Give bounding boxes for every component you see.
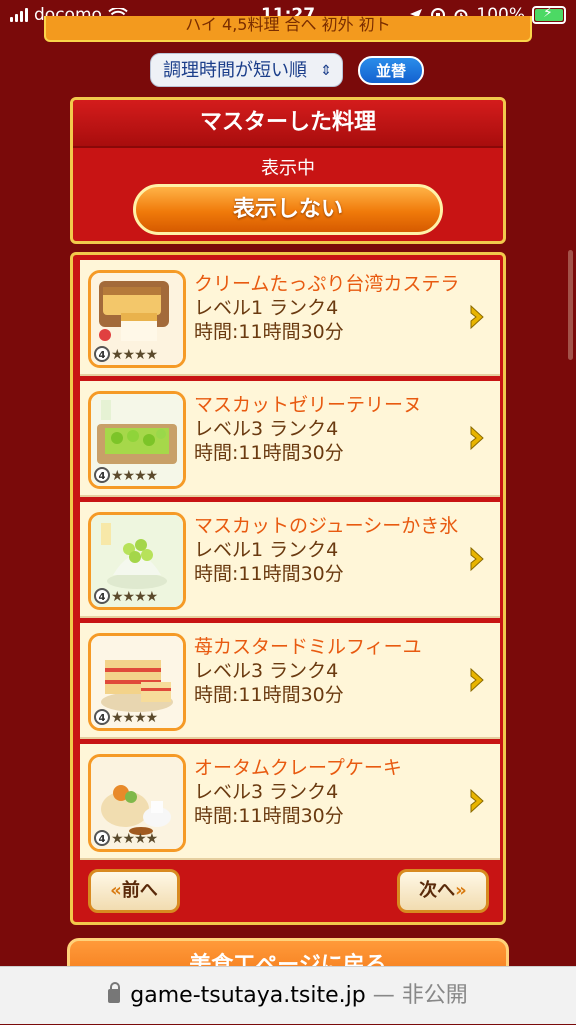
rank-badge: 4 (94, 830, 110, 846)
rank-stars: ★★★★ (111, 710, 158, 726)
dish-level: レベル1 ランク4 (194, 539, 339, 561)
dish-level: レベル3 ランク4 (194, 781, 339, 803)
rank-badge: 4 (94, 588, 110, 604)
next-label: 次へ (419, 880, 456, 901)
rank-badge: 4 (94, 467, 110, 483)
chevron-right-icon[interactable] (468, 424, 486, 452)
rank-stars: ★★★★ (111, 347, 158, 363)
next-page-button[interactable]: 次へ» (397, 869, 489, 913)
rank-stars: ★★★★ (111, 831, 158, 847)
url-suffix: — 非公開 (372, 983, 468, 1008)
battery-icon: ⚡ (532, 5, 566, 24)
dish-image: 4 ★★★★ (88, 512, 186, 610)
chevron-left-icon: « (110, 880, 122, 901)
dish-image: 4 ★★★★ (88, 270, 186, 368)
dish-time: 時間:11時間30分 (194, 684, 344, 706)
scrollbar[interactable] (568, 250, 573, 360)
dish-name: マスカットゼリーテリーヌ (194, 394, 423, 416)
dish-name: オータムクレープケーキ (194, 757, 402, 779)
dish-time: 時間:11時間30分 (194, 442, 344, 464)
panel-title: マスターした料理 (73, 100, 503, 148)
url-bar[interactable]: game-tsutaya.tsite.jp — 非公開 (0, 966, 576, 1024)
dish-list: 4 ★★★★ クリームたっぷり台湾カステラ レベル1 ランク4 時間:11時間3… (70, 252, 506, 925)
dish-image: 4 ★★★★ (88, 633, 186, 731)
sort-button[interactable]: 並替 (358, 56, 424, 85)
prev-label: 前へ (121, 880, 158, 901)
dish-name: マスカットのジューシーかき氷 (194, 515, 459, 537)
dish-image: 4 ★★★★ (88, 391, 186, 489)
dish-time: 時間:11時間30分 (194, 321, 344, 343)
rank-stars: ★★★★ (111, 589, 158, 605)
chevron-right-icon: » (455, 880, 467, 901)
prev-page-button[interactable]: «前へ (88, 869, 180, 913)
dish-time: 時間:11時間30分 (194, 805, 344, 827)
dish-level: レベル3 ランク4 (194, 418, 339, 440)
hide-mastered-button[interactable]: 表示しない (133, 184, 443, 235)
sort-select[interactable]: 調理時間が短い順 ⇕ (150, 53, 343, 87)
rank-badge: 4 (94, 346, 110, 362)
dish-image: 4 ★★★★ (88, 754, 186, 852)
mastered-filter-panel: マスターした料理 表示中 表示しない (70, 97, 506, 244)
dish-level: レベル3 ランク4 (194, 660, 339, 682)
dish-level: レベル1 ランク4 (194, 297, 339, 319)
chevron-right-icon[interactable] (468, 787, 486, 815)
dish-name: クリームたっぷり台湾カステラ (194, 273, 460, 295)
rank-badge: 4 (94, 709, 110, 725)
dish-name: 苺カスタードミルフィーユ (194, 636, 422, 658)
dish-time: 時間:11時間30分 (194, 563, 344, 585)
url-domain: game-tsutaya.tsite.jp (130, 983, 366, 1008)
sort-select-value: 調理時間が短い順 (163, 60, 307, 81)
dish-row[interactable]: 4 ★★★★ マスカットゼリーテリーヌ レベル3 ランク4 時間:11時間30分 (80, 381, 500, 497)
top-banner: ハイ 4,5料理 合へ 初外 初ト (44, 16, 532, 42)
display-state: 表示中 (261, 158, 315, 179)
chevron-right-icon[interactable] (468, 666, 486, 694)
dish-row[interactable]: 4 ★★★★ 苺カスタードミルフィーユ レベル3 ランク4 時間:11時間30分 (80, 623, 500, 739)
chevron-right-icon[interactable] (468, 303, 486, 331)
chevron-updown-icon: ⇕ (320, 63, 332, 79)
rank-stars: ★★★★ (111, 468, 158, 484)
dish-row[interactable]: 4 ★★★★ クリームたっぷり台湾カステラ レベル1 ランク4 時間:11時間3… (80, 260, 500, 376)
lock-icon (108, 982, 121, 1003)
chevron-right-icon[interactable] (468, 545, 486, 573)
dish-row[interactable]: 4 ★★★★ マスカットのジューシーかき氷 レベル1 ランク4 時間:11時間3… (80, 502, 500, 618)
dish-row[interactable]: 4 ★★★★ オータムクレープケーキ レベル3 ランク4 時間:11時間30分 (80, 744, 500, 860)
